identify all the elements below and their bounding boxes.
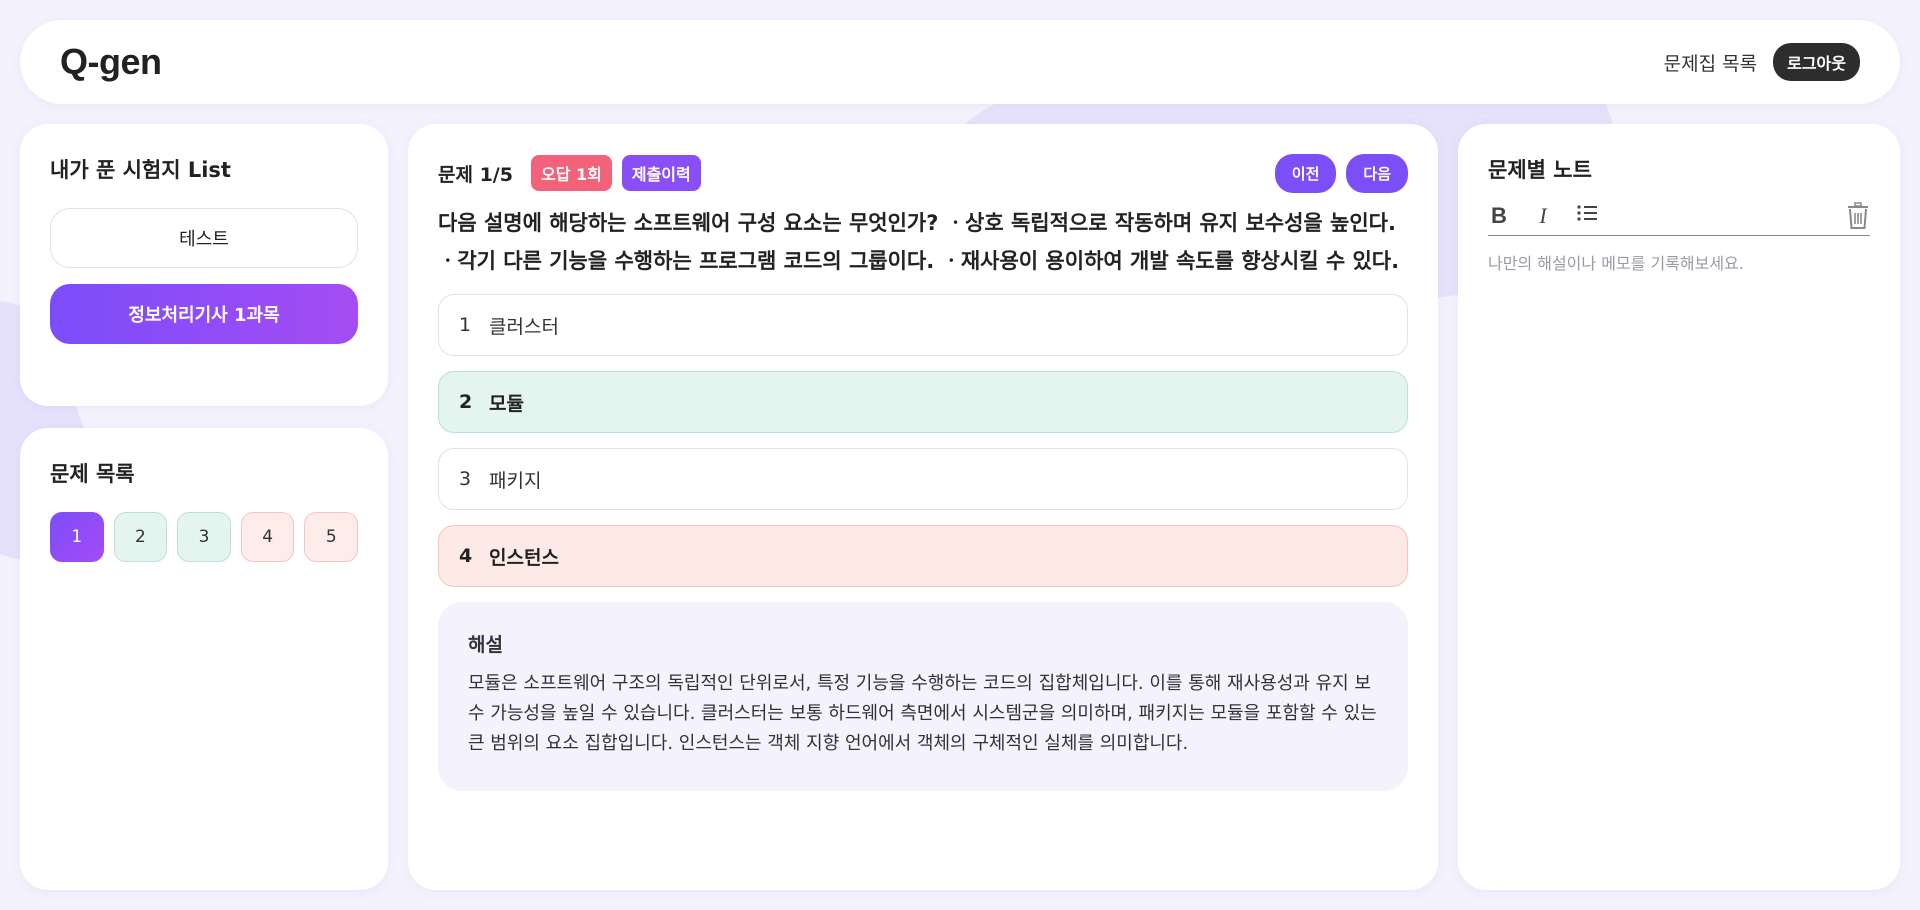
question-nav: 이전 다음 xyxy=(1274,153,1408,193)
exam-list-title: 내가 푼 시험지 List xyxy=(50,158,231,182)
bullet-list-icon[interactable] xyxy=(1576,203,1598,229)
choice-option[interactable]: 3 패키지 xyxy=(438,448,1408,510)
note-editor[interactable]: 나만의 해설이나 메모를 기록해보세요. xyxy=(1488,250,1870,274)
submission-history-button[interactable]: 제출이력 xyxy=(621,155,701,191)
choice-number: 2 xyxy=(459,391,473,413)
top-header: Q-gen 문제집 목록 로그아웃 xyxy=(20,20,1900,104)
header-nav: 문제집 목록 로그아웃 xyxy=(1664,43,1860,81)
note-panel: 문제별 노트 B I 나만의 해설이나 메모를 기록해보세요. xyxy=(1458,124,1900,890)
choice-label: 모듈 xyxy=(489,392,524,415)
question-panel: 문제 1/5 오답 1회 제출이력 이전 다음 다음 설명에 해당하는 소프트웨… xyxy=(408,124,1438,890)
question-number-button[interactable]: 2 xyxy=(113,512,168,562)
exam-item-info-processing[interactable]: 정보처리기사 1과목 xyxy=(50,284,358,344)
choice-label: 패키지 xyxy=(489,469,542,492)
question-meta: 문제 1/5 오답 1회 제출이력 xyxy=(438,155,701,191)
question-counter: 문제 1/5 xyxy=(438,163,513,186)
choice-option[interactable]: 1 클러스터 xyxy=(438,294,1408,356)
question-number-button[interactable]: 1 xyxy=(50,512,104,562)
explanation-text: 모듈은 소프트웨어 구조의 독립적인 단위로서, 특정 기능을 수행하는 코드의… xyxy=(468,673,1377,754)
note-toolbar: B I xyxy=(1488,196,1870,236)
explanation-title: 해설 xyxy=(468,634,503,656)
question-header: 문제 1/5 오답 1회 제출이력 이전 다음 xyxy=(438,153,1408,193)
choice-number: 1 xyxy=(459,314,472,336)
question-number-button[interactable]: 5 xyxy=(304,512,359,562)
choice-list: 1 클러스터 2 모듈 3 패키지 4 인스턴스 xyxy=(438,294,1408,587)
choice-number: 3 xyxy=(459,468,472,490)
choice-option[interactable]: 2 모듈 xyxy=(438,371,1408,433)
app-logo[interactable]: Q-gen xyxy=(60,41,162,83)
choice-label: 클러스터 xyxy=(489,315,559,338)
explanation-box: 해설 모듈은 소프트웨어 구조의 독립적인 단위로서, 특정 기능을 수행하는 … xyxy=(438,602,1408,791)
choice-option[interactable]: 4 인스턴스 xyxy=(438,525,1408,587)
note-title: 문제별 노트 xyxy=(1488,158,1592,182)
choice-label: 인스턴스 xyxy=(489,546,559,569)
bold-icon[interactable]: B xyxy=(1488,203,1510,229)
question-number-grid: 1 2 3 4 5 xyxy=(50,512,359,562)
exam-item-test[interactable]: 테스트 xyxy=(50,208,358,268)
next-button[interactable]: 다음 xyxy=(1346,153,1408,193)
prev-button[interactable]: 이전 xyxy=(1274,153,1337,193)
exam-list-panel: 내가 푼 시험지 List 테스트 정보처리기사 1과목 xyxy=(20,124,388,406)
question-list-title: 문제 목록 xyxy=(50,462,135,486)
question-text: 다음 설명에 해당하는 소프트웨어 구성 요소는 무엇인가? ㆍ상호 독립적으로… xyxy=(438,211,1400,273)
question-list-panel: 문제 목록 1 2 3 4 5 xyxy=(20,428,388,890)
italic-icon[interactable]: I xyxy=(1532,203,1554,229)
question-number-button[interactable]: 4 xyxy=(240,512,295,562)
wrong-count-badge: 오답 1회 xyxy=(530,155,612,191)
question-number-button[interactable]: 3 xyxy=(177,512,231,562)
trash-icon[interactable] xyxy=(1846,202,1870,234)
workbook-list-link[interactable]: 문제집 목록 xyxy=(1664,49,1757,76)
choice-number: 4 xyxy=(459,545,473,567)
logout-button[interactable]: 로그아웃 xyxy=(1773,43,1860,81)
